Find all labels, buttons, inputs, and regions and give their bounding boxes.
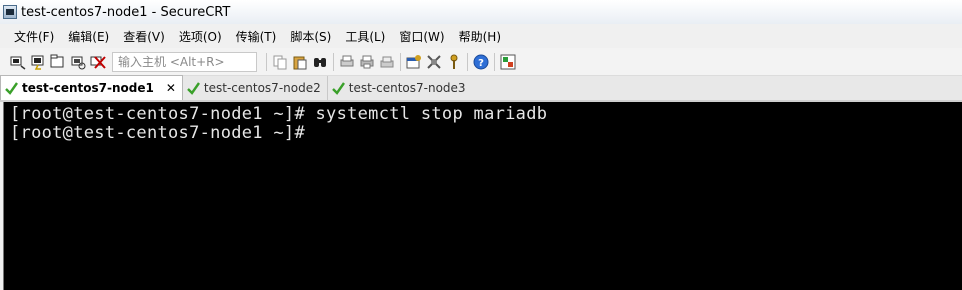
- connect-icon[interactable]: [9, 53, 27, 71]
- menu-file[interactable]: 文件(F): [0, 28, 61, 45]
- keymap-icon[interactable]: [445, 53, 463, 71]
- terminal-output[interactable]: [root@test-centos7-node1 ~]# systemctl s…: [3, 102, 962, 290]
- session-options-icon[interactable]: [405, 53, 423, 71]
- copy-icon[interactable]: [271, 53, 289, 71]
- terminal-line: [root@test-centos7-node1 ~]#: [10, 123, 305, 143]
- tab-test-centos7-node2[interactable]: test-centos7-node2: [183, 76, 328, 100]
- securecrt-app-icon: [3, 5, 17, 19]
- toolbar-separator: [266, 52, 267, 71]
- connect-in-tab-icon[interactable]: [49, 53, 67, 71]
- disconnect-icon[interactable]: [89, 53, 107, 71]
- menu-tools[interactable]: 工具(L): [338, 28, 392, 45]
- toolbar-separator: [467, 52, 468, 71]
- quick-connect-icon[interactable]: [29, 53, 47, 71]
- title-bar: test-centos7-node1 - SecureCRT: [0, 0, 962, 24]
- toolbar: ?: [0, 48, 962, 76]
- toolbar-separator: [494, 52, 495, 71]
- connected-check-icon: [331, 81, 345, 95]
- toolbar-separator: [400, 52, 401, 71]
- reconnect-icon[interactable]: [69, 53, 87, 71]
- tab-test-centos7-node3[interactable]: test-centos7-node3: [328, 76, 472, 100]
- find-icon[interactable]: [311, 53, 329, 71]
- host-input[interactable]: [112, 51, 257, 72]
- menu-transfer[interactable]: 传输(T): [229, 28, 284, 45]
- menu-edit[interactable]: 编辑(E): [61, 28, 116, 45]
- menu-help[interactable]: 帮助(H): [452, 28, 508, 45]
- help-icon[interactable]: ?: [472, 53, 490, 71]
- sftp-icon[interactable]: [499, 53, 517, 71]
- menu-options[interactable]: 选项(O): [172, 28, 229, 45]
- print-icon[interactable]: [338, 53, 356, 71]
- connected-check-icon: [187, 81, 200, 95]
- tab-label: test-centos7-node3: [348, 81, 466, 95]
- svg-text:?: ?: [478, 58, 484, 69]
- tab-label: test-centos7-node1: [22, 81, 154, 95]
- menu-window[interactable]: 窗口(W): [392, 28, 451, 45]
- session-tab-bar: test-centos7-node1 ✕ test-centos7-node2 …: [0, 75, 962, 102]
- toolbar-separator: [333, 52, 334, 71]
- print-selection-icon[interactable]: [358, 53, 376, 71]
- window-title: test-centos7-node1 - SecureCRT: [21, 4, 231, 20]
- tab-label: test-centos7-node2: [203, 81, 321, 95]
- menu-bar: 文件(F) 编辑(E) 查看(V) 选项(O) 传输(T) 脚本(S) 工具(L…: [0, 24, 962, 48]
- close-tab-icon[interactable]: ✕: [166, 81, 176, 95]
- tab-test-centos7-node1[interactable]: test-centos7-node1 ✕: [0, 75, 183, 100]
- terminal-line: [root@test-centos7-node1 ~]# systemctl s…: [10, 104, 548, 124]
- paste-icon[interactable]: [291, 53, 309, 71]
- menu-view[interactable]: 查看(V): [116, 28, 172, 45]
- menu-script[interactable]: 脚本(S): [283, 28, 338, 45]
- global-options-icon[interactable]: [425, 53, 443, 71]
- connected-check-icon: [5, 81, 18, 95]
- print-setup-icon[interactable]: [378, 53, 396, 71]
